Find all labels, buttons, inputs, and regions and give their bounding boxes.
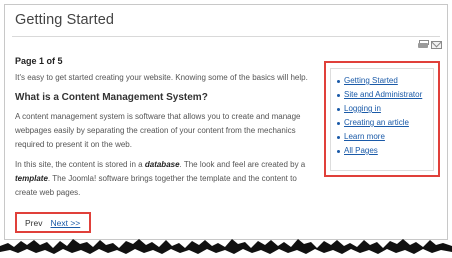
database-text-1: In this site, the content is stored in a [15, 160, 145, 169]
toc-link-creating-an-article[interactable]: Creating an article [336, 116, 433, 130]
toc-link-all-pages[interactable]: All Pages [336, 144, 433, 158]
toc-link-getting-started[interactable]: Getting Started [336, 74, 433, 88]
toc-link-learn-more[interactable]: Learn more [336, 130, 433, 144]
intro-paragraph: It's easy to get started creating your w… [15, 73, 308, 82]
torn-paper-edge [0, 239, 452, 258]
database-term: database [144, 160, 180, 169]
section-heading: What is a Content Management System? [15, 92, 208, 103]
article-tools [418, 40, 442, 49]
page-title: Getting Started [15, 12, 115, 28]
article-body: Page 1 of 5 It's easy to get started cre… [15, 54, 315, 206]
page-indicator: Page 1 of 5 [15, 56, 63, 66]
template-term: template [15, 174, 48, 183]
email-icon[interactable] [431, 41, 442, 49]
article-index-list: Getting Started Site and Administrator L… [336, 74, 433, 158]
cms-paragraph: A content management system is software … [15, 112, 301, 149]
print-icon[interactable] [418, 40, 429, 49]
title-divider [12, 36, 440, 37]
database-paragraph: In this site, the content is stored in a… [15, 158, 315, 200]
database-text-2: . The look and feel are created by a [179, 160, 306, 169]
database-text-3: . The Joomla! software brings together t… [15, 174, 297, 197]
toc-link-logging-in[interactable]: Logging in [336, 102, 433, 116]
article-index-box: Getting Started Site and Administrator L… [324, 61, 440, 177]
toc-link-site-and-administrator[interactable]: Site and Administrator [336, 88, 433, 102]
article-index: Getting Started Site and Administrator L… [330, 68, 434, 171]
